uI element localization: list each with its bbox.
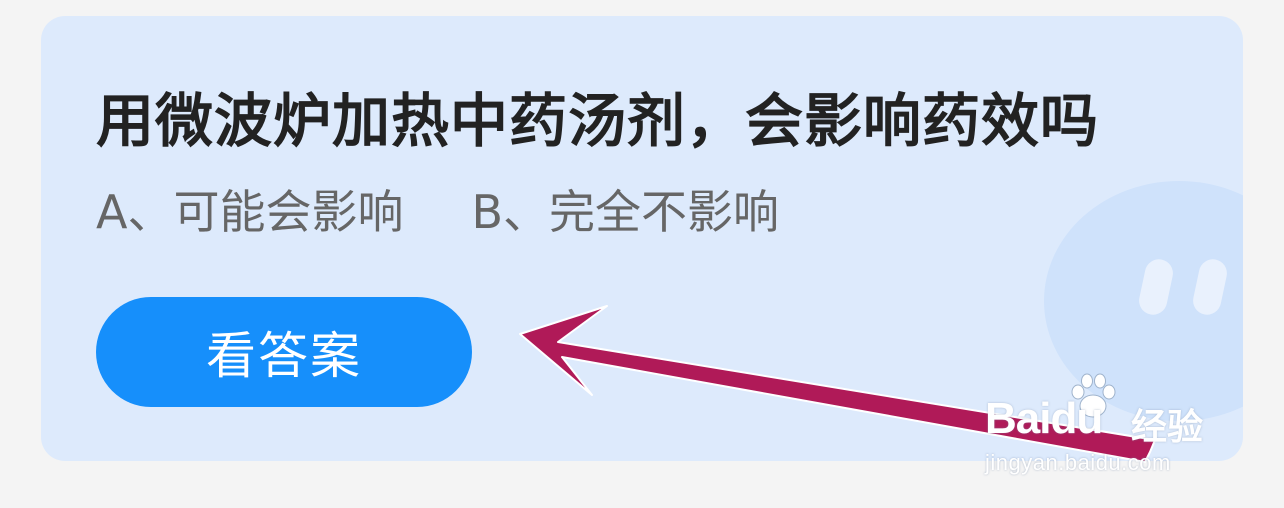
answer-options: A、可能会影响 B、完全不影响 — [96, 176, 779, 242]
option-a[interactable]: A、可能会影响 — [96, 185, 403, 239]
watermark-brand-cn: 经验 — [1131, 406, 1204, 447]
watermark-brand: Baidu — [985, 394, 1103, 443]
mascot-right-eye — [1190, 256, 1230, 318]
watermark-url: jingyan.baidu.com — [985, 450, 1171, 475]
option-b[interactable]: B、完全不影响 — [471, 185, 779, 239]
view-answer-button[interactable]: 看答案 — [96, 297, 472, 407]
baidu-jingyan-watermark: Baidu 经验 jingyan.baidu.com — [985, 372, 1225, 482]
question-title: 用微波炉加热中药汤剂，会影响药效吗 — [96, 87, 1100, 155]
mascot-left-eye — [1136, 256, 1176, 318]
